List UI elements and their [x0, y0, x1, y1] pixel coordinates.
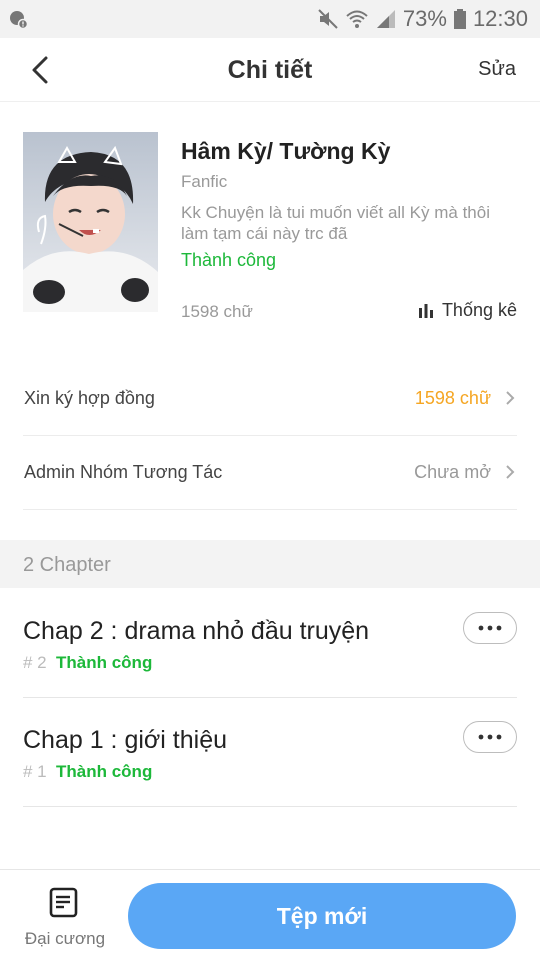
book-genre: Fanfic: [181, 172, 228, 191]
book-word-count: 1598 chữ: [181, 302, 253, 321]
battery-percent: 73%: [402, 6, 447, 31]
document-list-icon: [49, 887, 78, 918]
outline-label: Đại cương: [24, 929, 106, 948]
chapter-title: Chap 1 : giới thiệu: [23, 726, 228, 754]
more-options-button[interactable]: [463, 721, 517, 753]
book-cover-image[interactable]: [23, 132, 158, 312]
chapter-number: # 2: [23, 653, 47, 672]
chapter-count: 2 Chapter: [23, 554, 111, 576]
chevron-right-icon: [506, 465, 515, 479]
chevron-right-icon: [506, 391, 515, 405]
row-label: Xin ký hợp đồng: [24, 388, 155, 408]
chapter-section-header: 2 Chapter: [0, 540, 540, 588]
statistics-label: Thống kê: [441, 300, 517, 320]
book-description-line: Kk Chuyện là tui muốn viết all Kỳ mà thô…: [181, 203, 490, 222]
clock: 12:30: [472, 6, 528, 31]
book-status: Thành công: [181, 250, 277, 270]
book-description-line: làm tạm cái này trc đã: [181, 224, 348, 243]
more-dots-icon: [478, 625, 502, 631]
row-label: Admin Nhóm Tương Tác: [24, 462, 223, 482]
battery-icon: [453, 9, 466, 29]
contract-row[interactable]: Xin ký hợp đồng 1598 chữ: [23, 362, 517, 436]
row-value: 1598 chữ: [414, 388, 491, 408]
chapter-status: Thành công: [56, 653, 153, 672]
more-options-button[interactable]: [463, 612, 517, 644]
statistics-button[interactable]: Thống kê: [418, 300, 517, 321]
edit-button[interactable]: Sửa: [478, 58, 516, 81]
wifi-icon: [346, 10, 368, 28]
book-title: Hâm Kỳ/ Tường Kỳ: [181, 138, 391, 164]
chapter-status: Thành công: [56, 762, 153, 781]
row-value: Chưa mở: [414, 462, 491, 482]
new-file-button[interactable]: Tệp mới: [128, 883, 516, 949]
book-info: Hâm Kỳ/ Tường Kỳ Fanfic Kk Chuyện là tui…: [0, 102, 540, 342]
notification-icon: [10, 11, 28, 29]
bar-chart-icon: [418, 303, 433, 318]
outline-button[interactable]: Đại cương: [20, 884, 110, 954]
page-title: Chi tiết: [227, 56, 313, 84]
signal-icon: [376, 10, 395, 28]
more-dots-icon: [478, 734, 502, 740]
chapter-title: Chap 2 : drama nhỏ đầu truyện: [23, 617, 370, 645]
mute-icon: [318, 9, 338, 29]
chapter-number: # 1: [23, 762, 47, 781]
chapter-item[interactable]: Chap 2 : drama nhỏ đầu truyện # 2 Thành …: [23, 589, 517, 698]
admin-group-row[interactable]: Admin Nhóm Tương Tác Chưa mở: [23, 436, 517, 510]
top-nav-bar: Chi tiết Sửa: [0, 38, 540, 102]
book-description: Kk Chuyện là tui muốn viết all Kỳ mà thô…: [181, 202, 511, 244]
bottom-action-bar: Đại cương Tệp mới: [0, 869, 540, 960]
chapter-item[interactable]: Chap 1 : giới thiệu # 1 Thành công: [23, 698, 517, 807]
status-bar: 73% 12:30: [0, 0, 540, 38]
